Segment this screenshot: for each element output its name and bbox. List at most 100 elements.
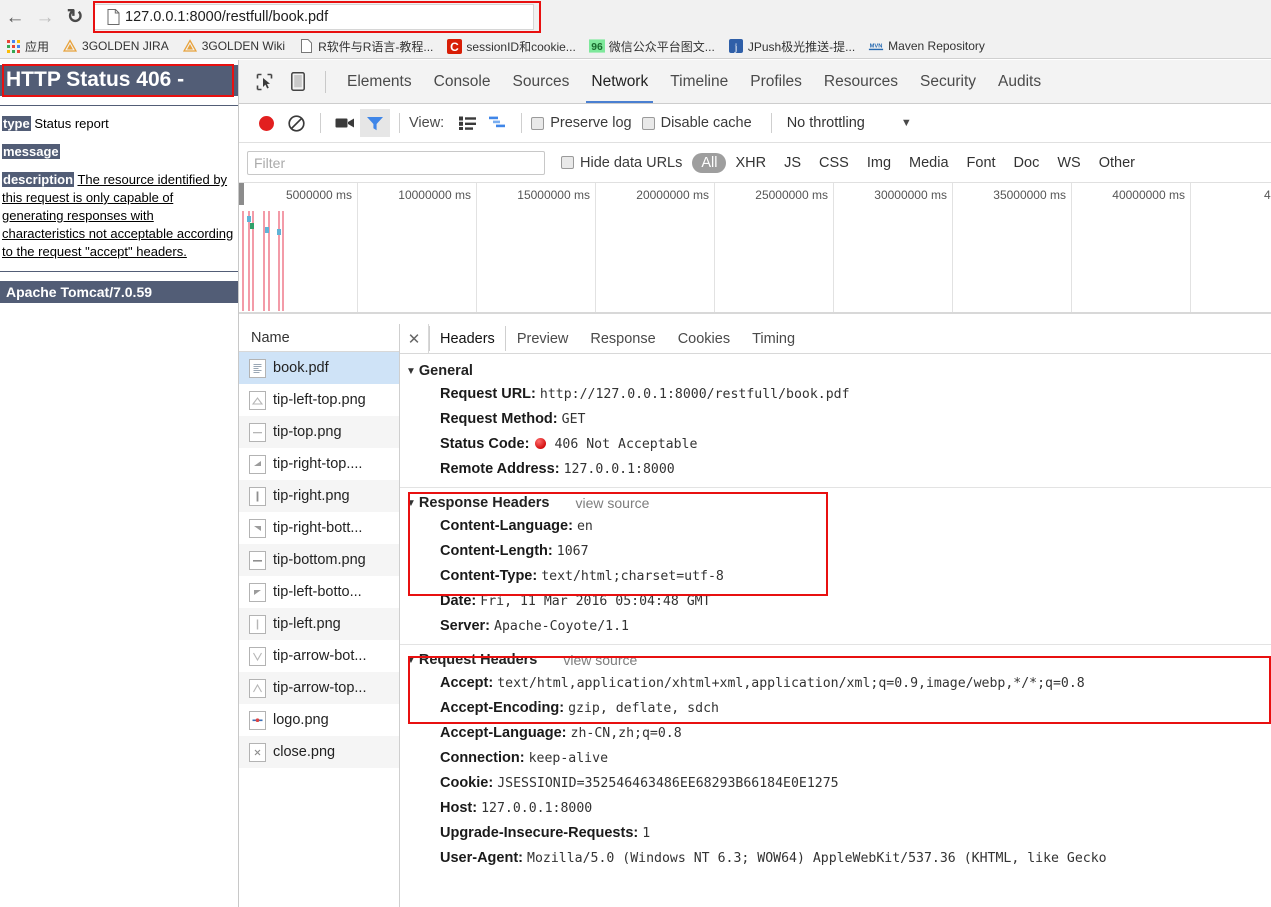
type-filter-all[interactable]: All xyxy=(692,152,727,173)
view-source-link[interactable]: view source xyxy=(563,652,637,668)
header-value: gzip, deflate, sdch xyxy=(568,701,719,716)
hide-data-urls-checkbox[interactable]: Hide data URLs xyxy=(561,155,682,171)
bookmark-r-tutorial[interactable]: R软件与R语言-教程... xyxy=(298,36,433,56)
image-icon xyxy=(249,678,266,698)
tab-network[interactable]: Network xyxy=(580,60,659,103)
address-bar[interactable]: 127.0.0.1:8000/restfull/book.pdf xyxy=(94,4,534,30)
back-icon[interactable]: ← xyxy=(0,2,30,32)
csdn-c-icon: C xyxy=(446,38,462,54)
error-message-line: message xyxy=(0,143,238,161)
disable-cache-checkbox[interactable]: Disable cache xyxy=(641,115,752,131)
network-overview[interactable]: 5000000 ms 10000000 ms 15000000 ms 20000… xyxy=(239,183,1271,314)
omnibox-wrap: 127.0.0.1:8000/restfull/book.pdf xyxy=(93,1,1257,33)
request-row-tip-left[interactable]: tip-left.png xyxy=(239,608,399,640)
request-row-close[interactable]: close.png xyxy=(239,736,399,768)
waterfall-view-icon[interactable] xyxy=(482,109,512,137)
list-view-icon[interactable] xyxy=(452,109,482,137)
type-filter-media[interactable]: Media xyxy=(900,153,958,173)
tab-security[interactable]: Security xyxy=(909,60,987,103)
tab-elements[interactable]: Elements xyxy=(336,60,423,103)
close-icon[interactable]: ✕ xyxy=(400,324,429,353)
request-name: logo.png xyxy=(273,712,329,728)
overview-tick: 30000000 ms xyxy=(834,183,953,313)
bookmark-apps[interactable]: 应用 xyxy=(5,36,49,56)
section-general[interactable]: ▼ General xyxy=(400,360,1271,382)
svg-text:MVN: MVN xyxy=(870,43,883,49)
tab-console[interactable]: Console xyxy=(423,60,502,103)
header-row-accept-encoding: Accept-Encoding: gzip, deflate, sdch xyxy=(400,696,1271,721)
request-row-tip-arrow-bottom[interactable]: tip-arrow-bot... xyxy=(239,640,399,672)
view-source-link[interactable]: view source xyxy=(575,495,649,511)
request-row-logo[interactable]: logo.png xyxy=(239,704,399,736)
detail-tab-timing[interactable]: Timing xyxy=(741,324,806,353)
bookmark-jira[interactable]: 3GOLDEN JIRA xyxy=(62,36,169,56)
detail-tab-preview[interactable]: Preview xyxy=(506,324,580,353)
type-filter-css[interactable]: CSS xyxy=(810,153,858,173)
type-filter-ws[interactable]: WS xyxy=(1048,153,1089,173)
type-filter-other[interactable]: Other xyxy=(1090,153,1144,173)
section-request-headers[interactable]: ▼ Request Headers view source xyxy=(400,649,1271,671)
request-row-tip-bottom[interactable]: tip-bottom.png xyxy=(239,544,399,576)
tab-resources[interactable]: Resources xyxy=(813,60,909,103)
throttling-select[interactable]: No throttling xyxy=(787,115,865,131)
request-row-book-pdf[interactable]: book.pdf xyxy=(239,352,399,384)
preserve-log-checkbox[interactable]: Preserve log xyxy=(531,115,632,131)
device-toggle-icon[interactable] xyxy=(281,67,315,97)
overview-tick-label: 35000000 ms xyxy=(993,188,1066,202)
funnel-icon[interactable] xyxy=(360,109,390,137)
bookmark-label: 应用 xyxy=(25,39,50,54)
overview-tick: 10000000 ms xyxy=(358,183,477,313)
tab-audits[interactable]: Audits xyxy=(987,60,1052,103)
request-row-tip-right[interactable]: tip-right.png xyxy=(239,480,399,512)
type-filter-font[interactable]: Font xyxy=(958,153,1005,173)
clear-slash-icon[interactable] xyxy=(281,109,311,137)
bookmark-label: 微信公众平台图文... xyxy=(608,39,715,54)
overview-tick-label: 30000000 ms xyxy=(874,188,947,202)
bookmark-jpush[interactable]: j JPush极光推送-提... xyxy=(728,36,855,56)
bookmark-maven[interactable]: MVN Maven Repository xyxy=(868,36,985,56)
overview-tick-label: 5000000 ms xyxy=(285,188,352,202)
header-key: Host: xyxy=(440,800,478,816)
divider xyxy=(399,113,400,133)
type-filter-xhr[interactable]: XHR xyxy=(726,153,775,173)
detail-tab-cookies[interactable]: Cookies xyxy=(667,324,741,353)
error-description-line: description The resource identified by t… xyxy=(0,171,238,261)
reload-icon[interactable]: ↻ xyxy=(60,2,90,32)
overview-event-marker xyxy=(265,227,269,233)
header-value: GET xyxy=(561,412,586,427)
request-list-header[interactable]: Name xyxy=(239,324,399,352)
request-name: tip-right-bott... xyxy=(273,520,363,536)
tab-timeline[interactable]: Timeline xyxy=(659,60,739,103)
type-filter-doc[interactable]: Doc xyxy=(1005,153,1049,173)
header-key: Content-Language: xyxy=(440,518,573,534)
chevron-down-icon[interactable]: ▼ xyxy=(901,117,912,129)
request-row-tip-left-top[interactable]: tip-left-top.png xyxy=(239,384,399,416)
request-row-tip-right-top[interactable]: tip-right-top.... xyxy=(239,448,399,480)
image-icon xyxy=(249,390,266,410)
detail-tab-response[interactable]: Response xyxy=(579,324,666,353)
record-circle-icon[interactable] xyxy=(251,109,281,137)
divider xyxy=(400,644,1271,645)
checkbox-box xyxy=(531,116,545,130)
bookmark-weixin[interactable]: 96 微信公众平台图文... xyxy=(588,36,715,56)
request-row-tip-left-bottom[interactable]: tip-left-botto... xyxy=(239,576,399,608)
tab-profiles[interactable]: Profiles xyxy=(739,60,813,103)
bookmark-csdn[interactable]: C sessionID和cookie... xyxy=(446,36,576,56)
header-row-remote-address: Remote Address: 127.0.0.1:8000 xyxy=(400,457,1271,482)
section-response-headers[interactable]: ▼ Response Headers view source xyxy=(400,492,1271,514)
bookmark-wiki[interactable]: 3GOLDEN Wiki xyxy=(182,36,285,56)
filter-input[interactable] xyxy=(247,150,545,175)
type-filter-js[interactable]: JS xyxy=(775,153,810,173)
tab-sources[interactable]: Sources xyxy=(502,60,581,103)
request-row-tip-arrow-top[interactable]: tip-arrow-top... xyxy=(239,672,399,704)
overview-request-bar xyxy=(263,211,265,311)
forward-icon[interactable]: → xyxy=(30,2,60,32)
request-row-tip-top[interactable]: tip-top.png xyxy=(239,416,399,448)
camera-icon[interactable] xyxy=(330,109,360,137)
request-row-tip-right-bottom[interactable]: tip-right-bott... xyxy=(239,512,399,544)
jira-triangle-icon xyxy=(62,38,78,54)
inspect-cursor-icon[interactable] xyxy=(247,67,281,97)
detail-tab-headers[interactable]: Headers xyxy=(429,324,506,353)
type-filter-img[interactable]: Img xyxy=(858,153,900,173)
image-icon xyxy=(249,486,266,506)
